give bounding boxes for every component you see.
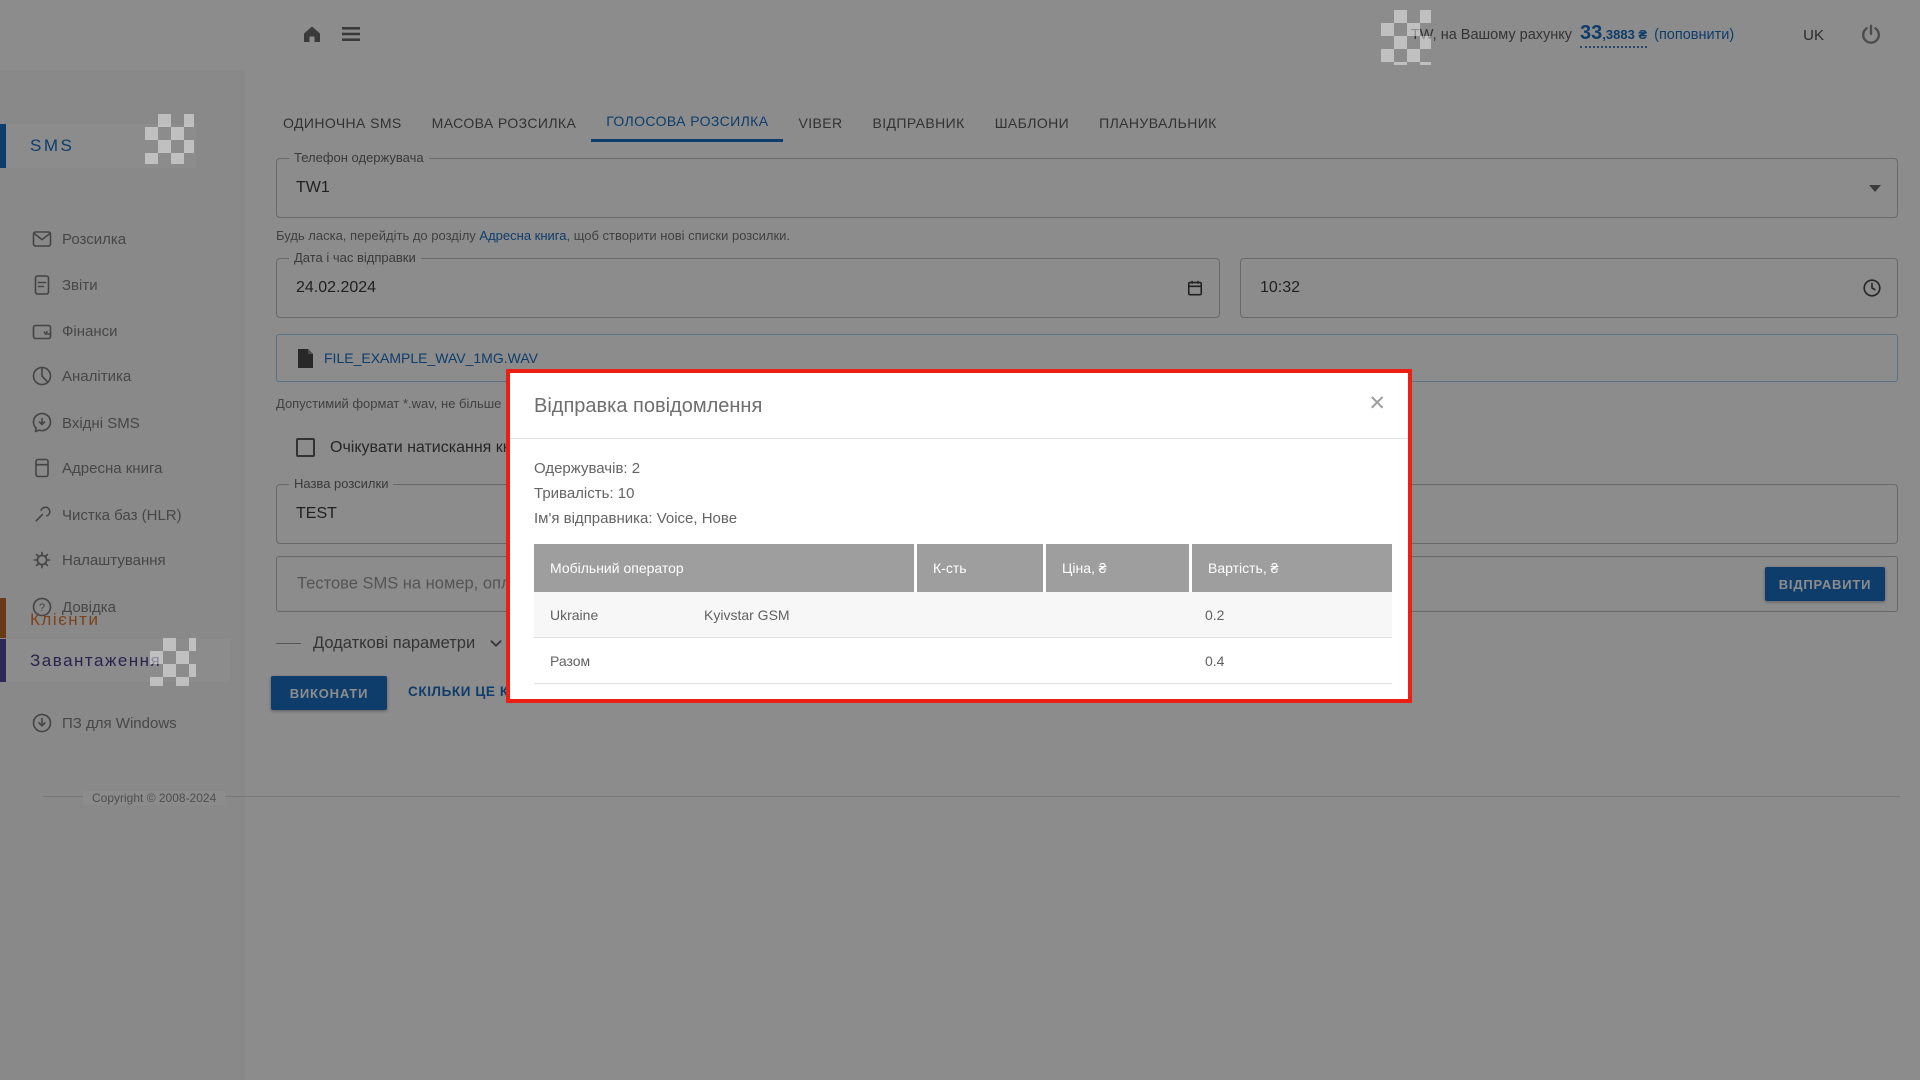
cell-operator: Разом xyxy=(534,638,914,683)
modal-header: Відправка повідомлення ✕ xyxy=(510,373,1408,439)
cell-price xyxy=(1043,638,1189,683)
column-header-qty: К-сть xyxy=(914,544,1043,592)
cell-operator: Ukraine Kyivstar GSM xyxy=(534,592,914,637)
column-header-price: Ціна, ₴ xyxy=(1043,544,1189,592)
send-confirmation-modal: Відправка повідомлення ✕ Одержувачів: 2 … xyxy=(506,369,1412,703)
recipients-count: Одержувачів: 2 xyxy=(534,456,1384,481)
cell-qty xyxy=(914,592,1043,637)
cell-country: Ukraine xyxy=(550,607,704,623)
cell-price xyxy=(1043,592,1189,637)
cell-qty xyxy=(914,638,1043,683)
close-icon[interactable]: ✕ xyxy=(1368,393,1386,414)
column-header-cost: Вартість, ₴ xyxy=(1189,544,1392,592)
table-row: Ukraine Kyivstar GSM 0.2 xyxy=(534,592,1392,637)
app-window: TW, на Вашому рахунку 33,3883 ₴ (поповни… xyxy=(0,0,1920,1080)
duration-value: Тривалість: 10 xyxy=(534,481,1384,506)
cell-cost: 0.4 xyxy=(1189,638,1392,683)
column-header-operator: Мобільний оператор xyxy=(534,544,914,592)
table-row: Разом 0.4 xyxy=(534,637,1392,684)
operators-table: Мобільний оператор К-сть Ціна, ₴ Вартіст… xyxy=(534,544,1392,684)
modal-body: Одержувачів: 2 Тривалість: 10 Ім'я відпр… xyxy=(510,439,1408,684)
cell-operator-name: Kyivstar GSM xyxy=(704,607,790,623)
cell-cost: 0.2 xyxy=(1189,592,1392,637)
modal-title: Відправка повідомлення xyxy=(534,395,762,418)
table-header-row: Мобільний оператор К-сть Ціна, ₴ Вартіст… xyxy=(534,544,1392,592)
cell-country: Разом xyxy=(550,653,704,669)
sender-name: Ім'я відправника: Voice, Нове xyxy=(534,506,1384,531)
